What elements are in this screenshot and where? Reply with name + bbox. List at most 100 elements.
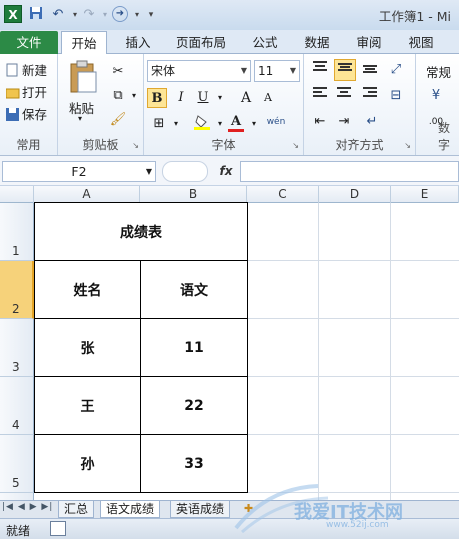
column-header-e[interactable]: E [391, 186, 459, 203]
dialog-launcher-icon[interactable]: ↘ [404, 141, 411, 150]
wrap-text-icon[interactable]: ↵ [362, 112, 382, 132]
align-top-icon[interactable] [310, 60, 330, 80]
align-right-icon[interactable] [360, 86, 380, 106]
dialog-launcher-icon[interactable]: ↘ [292, 141, 299, 150]
group-label-alignment: 对齐方式 [335, 138, 384, 152]
tab-file[interactable]: 文件 [0, 31, 58, 54]
group-number: 常规 ¥ .00 数字 [416, 54, 459, 155]
tab-insert[interactable]: 插入 [122, 31, 154, 54]
customize-toolbar-icon[interactable]: ▾ [142, 6, 160, 24]
row-number: 4 [12, 418, 20, 432]
align-middle-icon[interactable] [334, 59, 356, 81]
excel-logo-icon: X [4, 5, 22, 23]
chevron-down-icon: ▼ [289, 66, 296, 75]
row-header-1[interactable]: 1 [0, 203, 34, 261]
row-header-5[interactable]: 5 [0, 435, 34, 493]
copy-dropdown-icon[interactable]: ▾ [124, 86, 144, 106]
border-dropdown-icon[interactable]: ▾ [166, 114, 186, 134]
formula-bar: F2 ▼ fx [0, 156, 459, 186]
sheet-tab-summary[interactable]: 汇总 [58, 501, 95, 518]
sheet-tab-english[interactable]: 英语成绩 [170, 501, 231, 518]
new-file-icon [6, 63, 20, 77]
group-label-number: 数字 [438, 121, 451, 152]
table-cell[interactable]: 11 [140, 318, 248, 377]
row-header-4[interactable]: 4 [0, 377, 34, 435]
font-color-icon[interactable]: A [226, 112, 246, 132]
table-cell[interactable]: 33 [140, 434, 248, 493]
column-header-d[interactable]: D [319, 186, 391, 203]
row-number: 5 [12, 476, 20, 490]
align-left-icon[interactable] [310, 86, 330, 106]
decrease-indent-icon[interactable]: ⇤ [310, 112, 330, 132]
column-header-c[interactable]: C [247, 186, 319, 203]
cell-reference: F2 [71, 164, 87, 179]
tab-data[interactable]: 数据 [300, 31, 334, 54]
font-size-value: 11 [258, 64, 274, 78]
table-cell[interactable]: 孙 [34, 434, 141, 493]
italic-button[interactable]: I [171, 88, 191, 108]
name-box[interactable]: F2 ▼ [2, 161, 156, 182]
font-size-select[interactable]: 11 ▼ [254, 60, 300, 82]
window-title: 工作簿1 - Mi [378, 9, 451, 24]
dialog-launcher-icon[interactable]: ↘ [132, 141, 139, 150]
save-button[interactable]: 保存 [6, 104, 47, 123]
insert-sheet-icon[interactable]: ✚ [244, 502, 253, 515]
table-title-cell[interactable]: 成绩表 [34, 202, 248, 261]
currency-icon[interactable]: ¥ [426, 86, 446, 106]
column-header-b[interactable]: B [140, 186, 247, 203]
paste-dropdown-icon[interactable]: ▾ [78, 114, 82, 123]
orientation-icon[interactable]: ⤢ [386, 60, 406, 80]
save-icon[interactable] [27, 6, 45, 24]
tab-view[interactable]: 视图 [404, 31, 438, 54]
row-number: 3 [12, 360, 20, 374]
header-cell-chinese[interactable]: 语文 [140, 260, 248, 319]
forward-icon[interactable]: ➜ [112, 6, 128, 22]
sheet-tab-chinese[interactable]: 语文成绩 [100, 501, 161, 518]
open-label: 打开 [22, 85, 48, 100]
status-ready: 就绪 [6, 524, 31, 538]
row-header-3[interactable]: 3 [0, 319, 34, 377]
row-header-2[interactable]: 2 [0, 261, 34, 319]
formula-expand-handle[interactable] [162, 161, 208, 182]
table-cell[interactable]: 王 [34, 376, 141, 435]
chevron-down-icon: ▼ [240, 66, 247, 75]
macro-record-icon[interactable] [50, 521, 66, 536]
group-alignment: ⤢ ⊟ ⇤ ⇥ ↵ 对齐方式 ↘ [304, 54, 416, 155]
increase-indent-icon[interactable]: ⇥ [334, 112, 354, 132]
formula-input[interactable] [240, 161, 459, 182]
tab-page-layout[interactable]: 页面布局 [170, 31, 232, 54]
number-format-select[interactable]: 常规 [426, 62, 451, 81]
phonetic-button[interactable]: wén [264, 112, 288, 132]
undo-icon[interactable]: ↶ [49, 6, 67, 24]
sheet-nav-icon[interactable]: |◀ ◀ ▶ ▶| [2, 502, 53, 512]
header-cell-name[interactable]: 姓名 [34, 260, 141, 319]
grow-font-button[interactable]: A [236, 88, 256, 108]
table-cell[interactable]: 22 [140, 376, 248, 435]
font-name-select[interactable]: 宋体 ▼ [147, 60, 251, 82]
cut-icon[interactable]: ✂ [108, 62, 128, 82]
fill-color-icon[interactable] [192, 114, 212, 134]
merge-center-icon[interactable]: ⊟ [386, 86, 406, 106]
table-cell[interactable]: 张 [34, 318, 141, 377]
empty-cells[interactable] [247, 203, 459, 500]
row-header-6[interactable] [0, 493, 34, 500]
insert-function-button[interactable]: fx [212, 161, 240, 182]
new-label: 新建 [22, 63, 48, 78]
select-all-corner[interactable] [0, 186, 34, 203]
ribbon: 新建 打开 保存 常用 粘贴 ▾ ✂ ⧉ ▾ 🖌 剪贴板 ↘ 宋体 ▼ 11 ▼ B… [0, 54, 459, 156]
format-painter-icon[interactable]: 🖌 [108, 110, 128, 130]
tab-home[interactable]: 开始 [61, 31, 107, 55]
align-bottom-icon[interactable] [360, 60, 380, 80]
shrink-font-button[interactable]: A [258, 88, 278, 108]
open-button[interactable]: 打开 [5, 82, 48, 101]
align-center-icon[interactable] [334, 86, 354, 106]
column-header-a[interactable]: A [34, 186, 140, 203]
underline-dropdown-icon[interactable]: ▾ [210, 88, 230, 108]
paste-icon[interactable] [68, 60, 98, 94]
tab-review[interactable]: 审阅 [352, 31, 386, 54]
new-button[interactable]: 新建 [6, 60, 47, 79]
font-color-dropdown-icon[interactable]: ▾ [244, 114, 264, 134]
group-common: 新建 打开 保存 常用 [0, 54, 58, 155]
tab-formulas[interactable]: 公式 [248, 31, 282, 54]
bold-button[interactable]: B [147, 88, 167, 108]
